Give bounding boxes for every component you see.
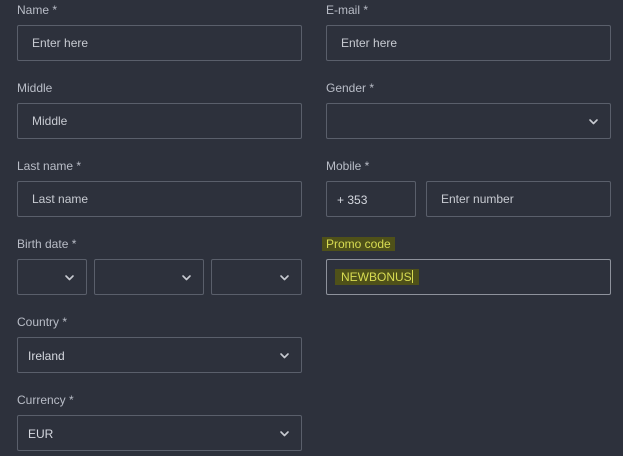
promo-code-value-wrap: NEWBONUS	[335, 269, 419, 285]
gender-select[interactable]	[326, 103, 611, 139]
promo-code-input[interactable]: NEWBONUS	[326, 259, 611, 295]
middle-label: Middle	[17, 81, 53, 95]
chevron-down-icon	[279, 272, 290, 283]
last-name-input[interactable]	[17, 181, 302, 217]
registration-form: Name * E-mail * Middle Gender * Last nam…	[0, 0, 623, 456]
country-code-field[interactable]: + 353	[326, 181, 416, 217]
email-label: E-mail *	[326, 3, 369, 17]
chevron-down-icon	[588, 116, 599, 127]
promo-code-value: NEWBONUS	[341, 270, 412, 284]
middle-name-input[interactable]	[17, 103, 302, 139]
currency-select[interactable]: EUR	[17, 415, 302, 451]
country-code-value: + 353	[337, 193, 368, 207]
country-label: Country *	[17, 315, 68, 329]
mobile-number-input[interactable]	[426, 181, 611, 217]
currency-label: Currency *	[17, 393, 74, 407]
email-input[interactable]	[326, 25, 611, 61]
birth-year-select[interactable]	[211, 259, 302, 295]
name-label: Name *	[17, 3, 58, 17]
chevron-down-icon	[279, 428, 290, 439]
text-caret	[411, 270, 413, 283]
birth-month-select[interactable]	[94, 259, 204, 295]
country-value: Ireland	[28, 349, 65, 363]
birth-date-label: Birth date *	[17, 237, 77, 251]
birth-day-select[interactable]	[17, 259, 87, 295]
chevron-down-icon	[279, 350, 290, 361]
country-select[interactable]: Ireland	[17, 337, 302, 373]
chevron-down-icon	[64, 272, 75, 283]
currency-value: EUR	[28, 427, 54, 441]
gender-label: Gender *	[326, 81, 375, 95]
name-input[interactable]	[17, 25, 302, 61]
chevron-down-icon	[181, 272, 192, 283]
last-name-label: Last name *	[17, 159, 82, 173]
promo-code-label: Promo code	[322, 237, 395, 251]
mobile-label: Mobile *	[326, 159, 370, 173]
